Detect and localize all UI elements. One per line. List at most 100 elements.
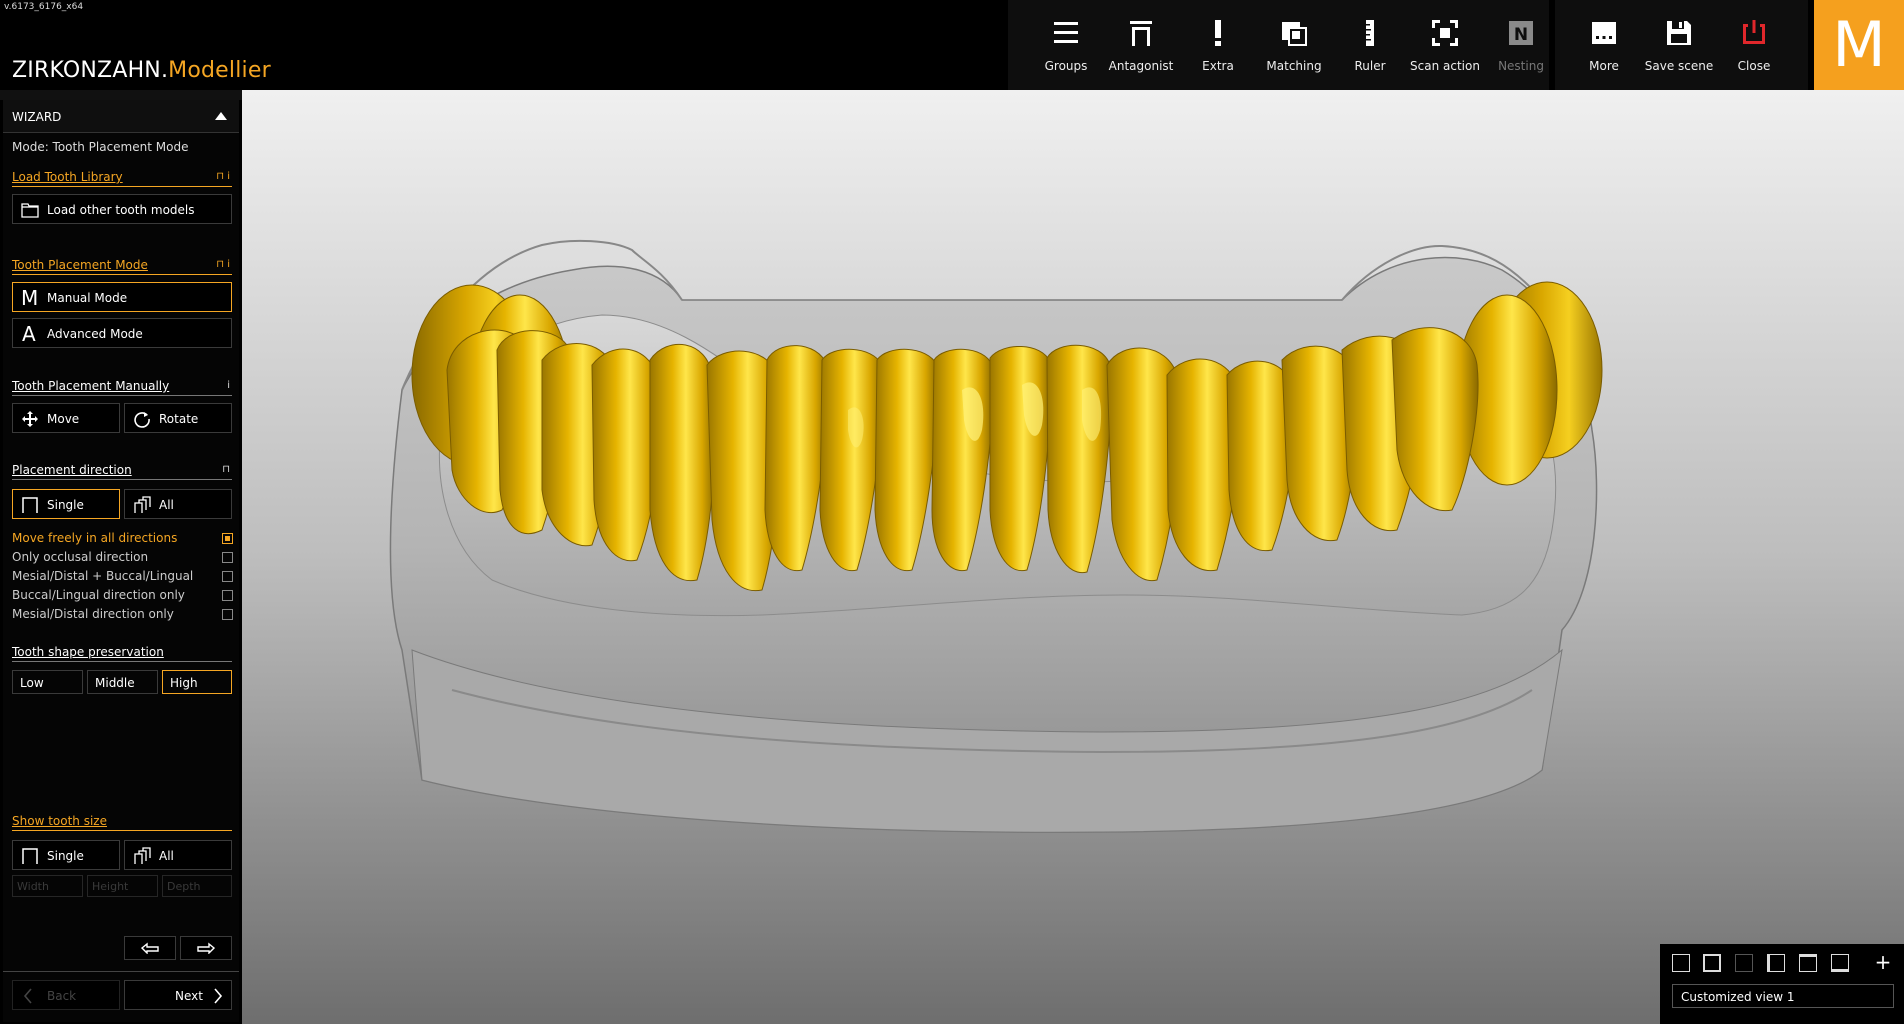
nesting-button[interactable]: N Nesting [1482, 12, 1560, 78]
option-mesial-distal[interactable]: Mesial/Distal direction only [12, 607, 174, 621]
option-buccal-lingual[interactable]: Buccal/Lingual direction only [12, 588, 185, 602]
wizard-title: WIZARD [12, 110, 62, 124]
more-label: More [1589, 59, 1619, 73]
advanced-mode-label: Advanced Mode [47, 327, 143, 341]
scan-action-label: Scan action [1410, 59, 1480, 73]
show-tooth-size-title[interactable]: Show tooth size [12, 814, 107, 828]
pin-icon[interactable]: ⊓ [222, 464, 230, 475]
shape-high-button[interactable]: High [162, 670, 232, 694]
ruler-button[interactable]: Ruler [1331, 12, 1409, 78]
more-button[interactable]: More [1565, 12, 1643, 78]
shape-low-button[interactable]: Low [12, 670, 83, 694]
size-all-label: All [159, 849, 174, 863]
section-tooth-shape-preservation: Tooth shape preservation [12, 645, 232, 662]
option-move-freely[interactable]: Move freely in all directions [12, 531, 177, 545]
size-single-button[interactable]: Single [12, 840, 120, 870]
depth-field: Depth [162, 875, 232, 897]
move-arrows-icon [22, 411, 38, 427]
depth-label: Depth [167, 880, 201, 893]
view-bottom-button[interactable] [1831, 954, 1849, 972]
undo-button[interactable] [124, 936, 176, 960]
nesting-icon: N [1509, 21, 1533, 45]
checkbox-buccal-lingual[interactable] [222, 590, 233, 601]
back-button[interactable]: Back [12, 980, 120, 1010]
section-load-tooth-library: Load Tooth Library ⊓ i [12, 170, 232, 187]
direction-single-button[interactable]: Single [12, 489, 120, 519]
view-left-button[interactable] [1672, 954, 1690, 972]
load-tooth-library-title[interactable]: Load Tooth Library [12, 170, 123, 184]
checkbox-move-freely[interactable] [222, 533, 233, 544]
dental-model-scene[interactable] [242, 90, 1904, 1024]
logo-letter: M [1832, 8, 1886, 81]
checkbox-mesial-distal-buccal-lingual[interactable] [222, 571, 233, 582]
all-teeth-icon [134, 496, 151, 513]
tooth-placement-mode-title[interactable]: Tooth Placement Mode [12, 258, 148, 272]
placement-direction-title: Placement direction [12, 463, 132, 477]
chevron-right-icon [214, 988, 223, 1004]
advanced-mode-button[interactable]: A Advanced Mode [12, 318, 232, 348]
collapse-up-icon[interactable] [215, 112, 227, 120]
width-field: Width [12, 875, 83, 897]
size-all-button[interactable]: All [124, 840, 232, 870]
view-back-button[interactable] [1735, 954, 1753, 972]
save-scene-button[interactable]: Save scene [1640, 12, 1718, 78]
power-icon [1743, 20, 1765, 44]
move-button[interactable]: Move [12, 403, 120, 433]
shape-low-label: Low [20, 676, 44, 690]
shape-high-label: High [170, 676, 198, 690]
antagonist-button[interactable]: Antagonist [1102, 12, 1180, 78]
matching-button[interactable]: Matching [1255, 12, 1333, 78]
tooth-placement-manually-title[interactable]: Tooth Placement Manually [12, 379, 169, 393]
rotate-label: Rotate [159, 412, 199, 426]
mode-label: Mode: Tooth Placement Mode [12, 140, 189, 154]
groups-label: Groups [1044, 59, 1088, 73]
option-mesial-distal-buccal-lingual[interactable]: Mesial/Distal + Buccal/Lingual [12, 569, 193, 583]
3d-viewport[interactable] [242, 90, 1904, 1024]
section-tooth-placement-manually: Tooth Placement Manually i [12, 379, 232, 396]
view-right-button[interactable] [1767, 954, 1785, 972]
folder-icon [21, 203, 39, 218]
view-panel: + Customized view 1 [1660, 944, 1904, 1024]
app-logo[interactable]: M [1814, 0, 1904, 90]
move-label: Move [47, 412, 80, 426]
info-icon[interactable]: i [227, 380, 230, 391]
checkbox-mesial-distal[interactable] [222, 609, 233, 620]
rotate-button[interactable]: Rotate [124, 403, 232, 433]
brand-product: Modellier [168, 58, 271, 83]
load-other-tooth-models-button[interactable]: Load other tooth models [12, 194, 232, 224]
add-view-icon[interactable]: + [1874, 952, 1892, 972]
groups-button[interactable]: Groups [1027, 12, 1105, 78]
single-tooth-icon [22, 497, 38, 513]
direction-all-button[interactable]: All [124, 489, 232, 519]
app-brand: ZIRKONZAHN.Modellier [12, 58, 271, 83]
file-toolbar: More Save scene Close [1555, 0, 1808, 90]
next-button[interactable]: Next [124, 980, 232, 1010]
scan-action-icon [1432, 20, 1458, 46]
view-top-button[interactable] [1799, 954, 1817, 972]
checkbox-occlusal[interactable] [222, 552, 233, 563]
top-bar: v.6173_6176_x64 ZIRKONZAHN.Modellier Gro… [0, 0, 1904, 90]
save-scene-label: Save scene [1644, 59, 1714, 73]
load-other-tooth-models-label: Load other tooth models [47, 203, 195, 217]
height-label: Height [92, 880, 129, 893]
scan-action-button[interactable]: Scan action [1406, 12, 1484, 78]
manual-mode-label: Manual Mode [47, 291, 128, 305]
view-front-button[interactable] [1703, 954, 1721, 972]
version-label: v.6173_6176_x64 [4, 2, 84, 12]
nesting-label: Nesting [1498, 59, 1544, 73]
redo-button[interactable] [180, 936, 232, 960]
pin-info-icon[interactable]: ⊓ i [216, 171, 230, 182]
shape-middle-label: Middle [95, 676, 135, 690]
antagonist-label: Antagonist [1108, 59, 1174, 73]
close-label: Close [1737, 59, 1771, 73]
close-button[interactable]: Close [1715, 12, 1793, 78]
direction-single-label: Single [47, 498, 84, 512]
extra-button[interactable]: Extra [1179, 12, 1257, 78]
manual-mode-letter-icon: M [21, 286, 39, 310]
wizard-header[interactable]: WIZARD [3, 100, 239, 133]
pin-info-icon[interactable]: ⊓ i [216, 259, 230, 270]
option-occlusal[interactable]: Only occlusal direction [12, 550, 148, 564]
view-name-field[interactable]: Customized view 1 [1672, 984, 1894, 1008]
shape-middle-button[interactable]: Middle [87, 670, 158, 694]
manual-mode-button[interactable]: M Manual Mode [12, 282, 232, 312]
